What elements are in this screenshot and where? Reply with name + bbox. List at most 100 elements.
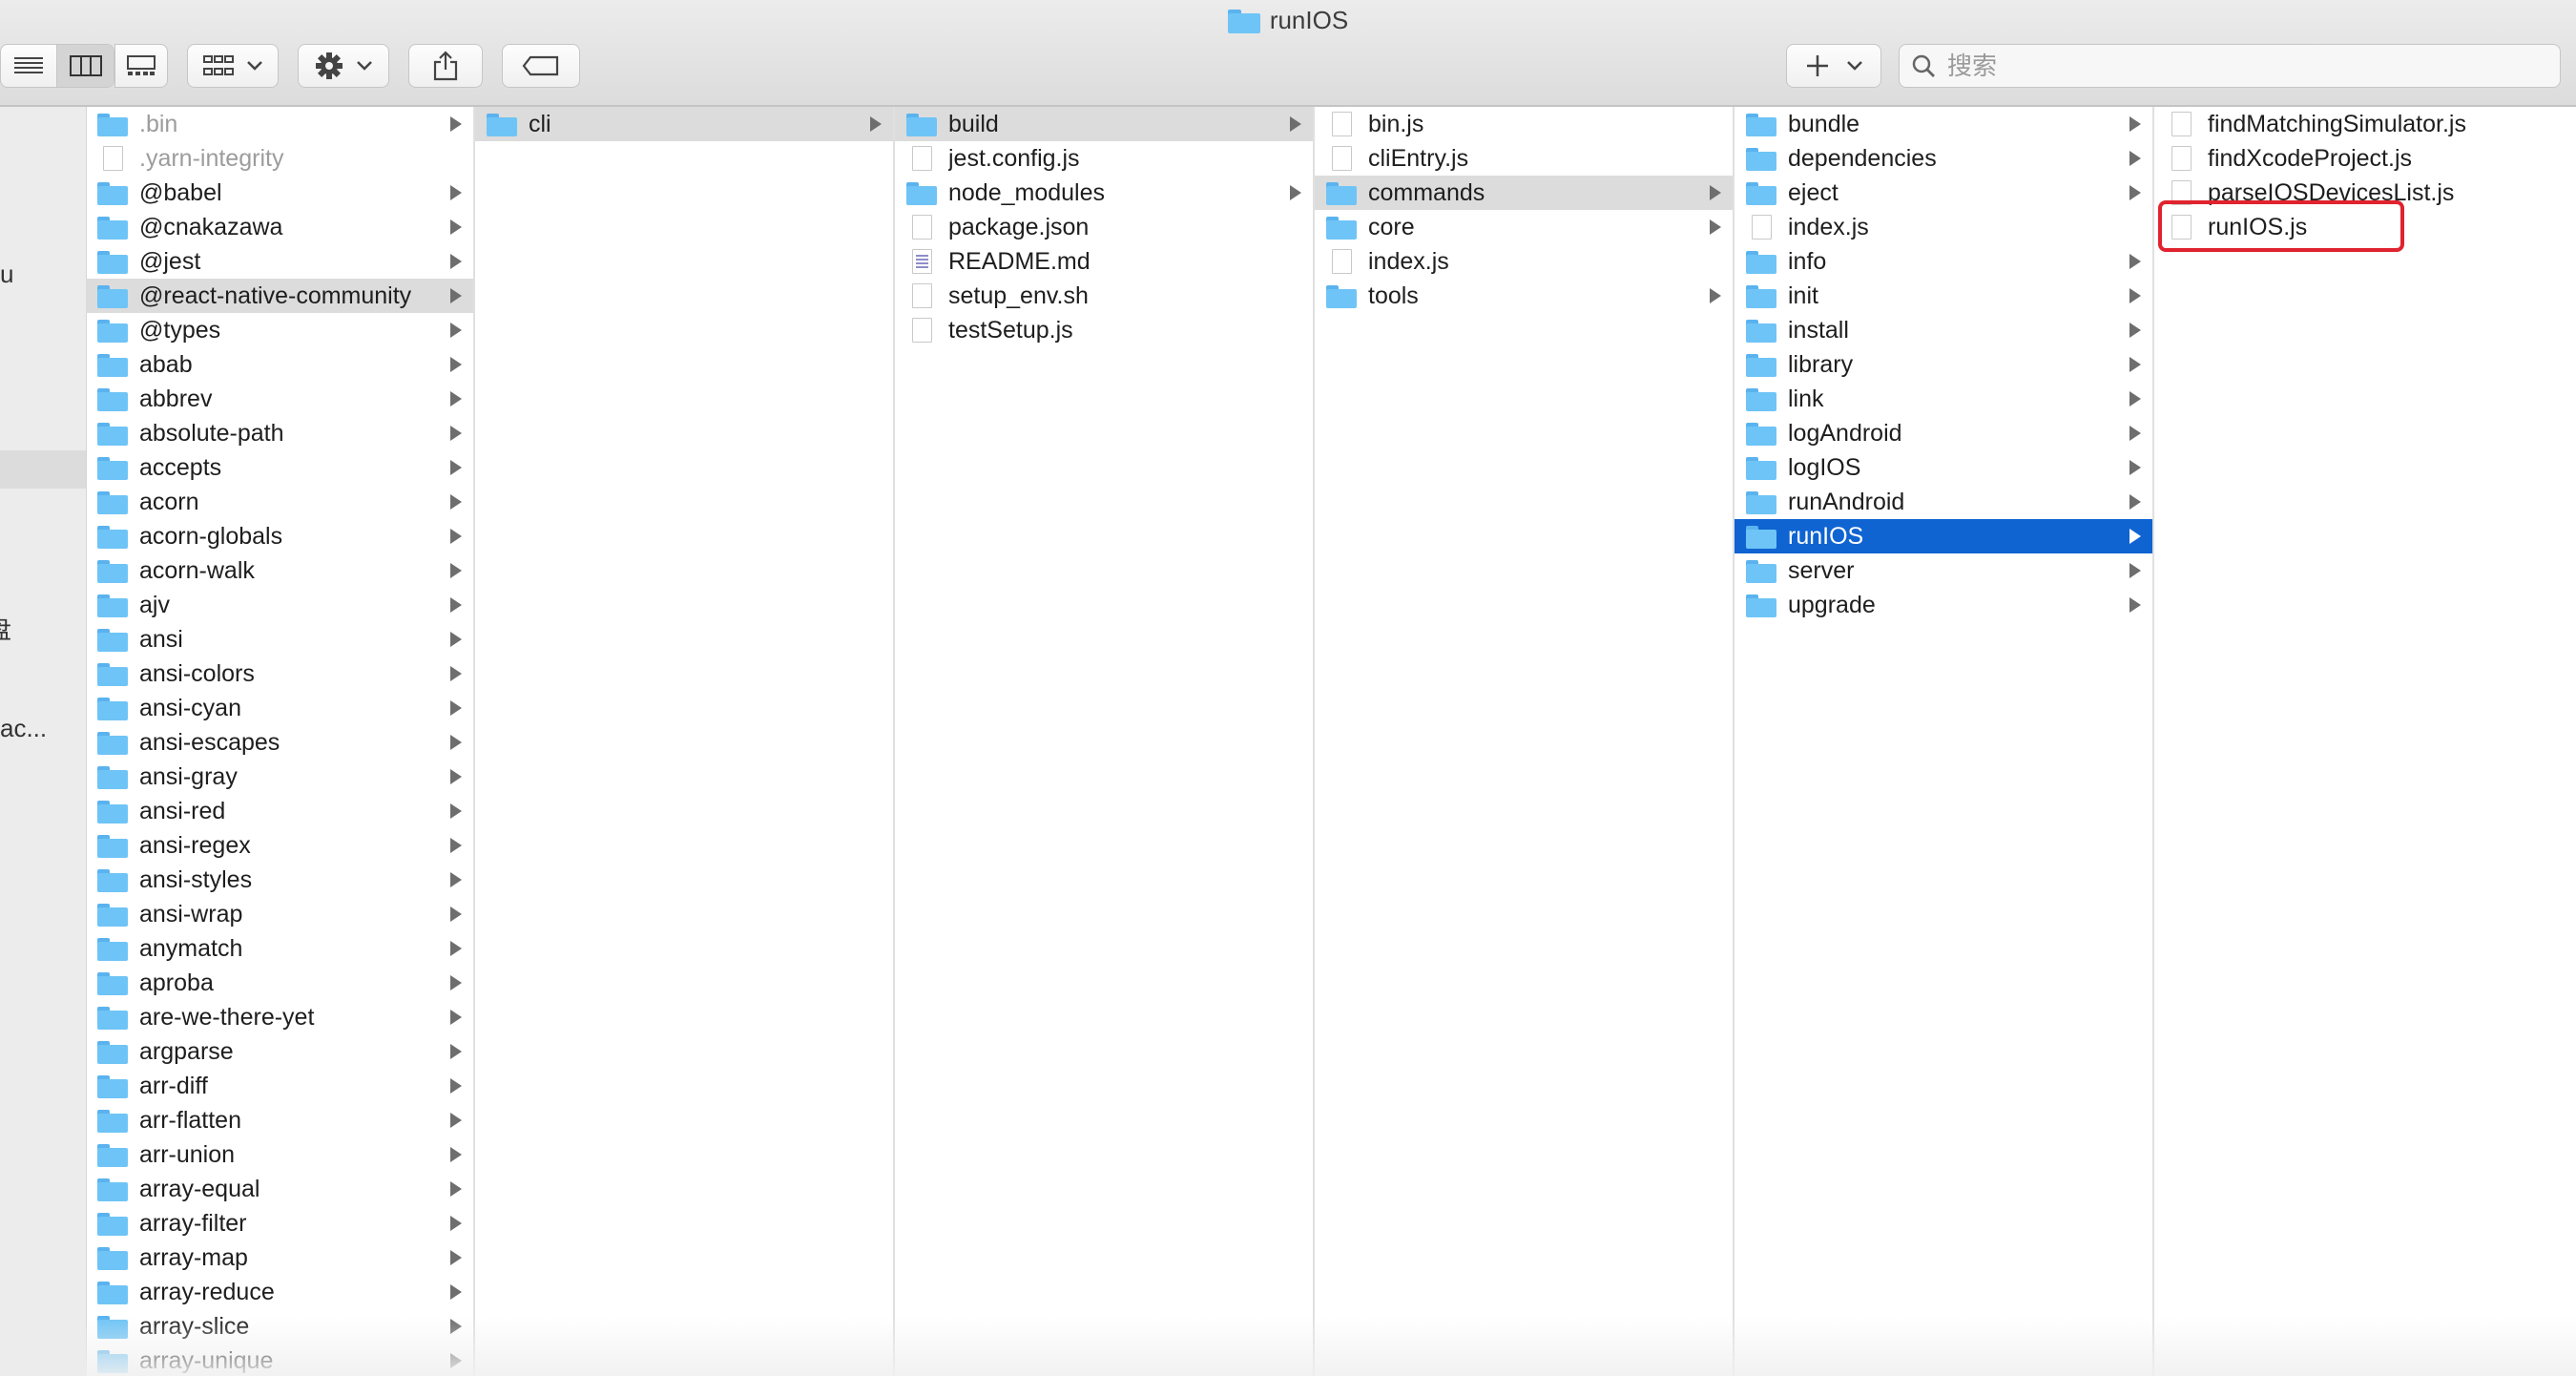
folder-row[interactable]: anymatch [86,931,473,966]
file-row[interactable]: testSetup.js [895,313,1313,347]
browser-column-3[interactable]: build jest.config.js node_modules package.j… [895,107,1315,1376]
folder-row[interactable]: build [895,107,1313,141]
browser-column-4[interactable]: bin.js cliEntry.js commands core index.js too… [1315,107,1735,1376]
sidebar-selected-item[interactable] [0,450,86,489]
disclosure-arrow-icon [450,907,462,922]
folder-icon [906,112,937,136]
column-list: cli [475,107,893,141]
file-row[interactable]: setup_env.sh [895,279,1313,313]
folder-row[interactable]: runIOS [1735,519,2152,553]
folder-row[interactable]: abab [86,347,473,382]
folder-row[interactable]: arr-flatten [86,1103,473,1137]
folder-row[interactable]: info [1735,244,2152,279]
folder-row[interactable]: server [1735,553,2152,588]
gallery-view-button[interactable] [114,44,168,88]
browser-column-6[interactable]: findMatchingSimulator.js findXcodeProject… [2154,107,2576,1376]
folder-row[interactable]: aproba [86,966,473,1000]
folder-row[interactable]: ansi-colors [86,657,473,691]
tag-button[interactable] [502,44,580,88]
folder-row[interactable]: ansi [86,622,473,657]
folder-row[interactable]: @jest [86,244,473,279]
folder-row[interactable]: upgrade [1735,588,2152,622]
folder-row[interactable]: core [1315,210,1733,244]
folder-row[interactable]: @babel [86,176,473,210]
folder-row[interactable]: array-slice [86,1309,473,1344]
file-row[interactable]: bin.js [1315,107,1733,141]
browser-column-2[interactable]: cli [475,107,895,1376]
folder-row[interactable]: install [1735,313,2152,347]
sidebar-item-label[interactable]: u [0,260,13,289]
folder-row[interactable]: cli [475,107,893,141]
file-row[interactable]: index.js [1315,244,1733,279]
folder-row[interactable]: runAndroid [1735,485,2152,519]
file-row[interactable]: package.json [895,210,1313,244]
folder-row[interactable]: array-unique [86,1344,473,1376]
browser-column-1[interactable]: .bin .yarn-integrity @babel @cnakazawa @jest… [86,107,475,1376]
item-name: array-unique [139,1346,274,1374]
folder-row[interactable]: abbrev [86,382,473,416]
folder-row[interactable]: ansi-cyan [86,691,473,725]
folder-row[interactable]: array-filter [86,1206,473,1240]
folder-row[interactable]: @react-native-community [86,279,473,313]
folder-row[interactable]: ansi-wrap [86,897,473,931]
folder-icon [97,661,128,686]
folder-row[interactable]: ansi-escapes [86,725,473,760]
folder-row[interactable]: .bin [86,107,473,141]
item-name: findMatchingSimulator.js [2208,110,2466,137]
add-button[interactable] [1786,44,1881,88]
item-name: eject [1788,178,1839,206]
folder-row[interactable]: bundle [1735,107,2152,141]
sidebar-item-label[interactable]: 盘 [0,611,11,646]
action-button[interactable] [298,44,389,88]
folder-row[interactable]: ansi-styles [86,863,473,897]
browser-column-5[interactable]: bundle dependencies eject index.js info init i… [1735,107,2154,1376]
folder-row[interactable]: logAndroid [1735,416,2152,450]
share-button[interactable] [408,44,483,88]
folder-row[interactable]: array-reduce [86,1275,473,1309]
folder-row[interactable]: argparse [86,1034,473,1069]
folder-icon [97,696,128,720]
list-view-button[interactable] [1,45,58,87]
view-mode-control[interactable] [0,44,114,88]
folder-row[interactable]: arr-diff [86,1069,473,1103]
folder-row[interactable]: ansi-gray [86,760,473,794]
search-input[interactable] [1945,50,2522,82]
folder-row[interactable]: tools [1315,279,1733,313]
file-row[interactable]: cliEntry.js [1315,141,1733,176]
folder-row[interactable]: commands [1315,176,1733,210]
folder-row[interactable]: logIOS [1735,450,2152,485]
disclosure-arrow-icon [450,1113,462,1128]
folder-row[interactable]: link [1735,382,2152,416]
folder-row[interactable]: eject [1735,176,2152,210]
folder-row[interactable]: arr-union [86,1137,473,1172]
folder-row[interactable]: dependencies [1735,141,2152,176]
file-row[interactable]: jest.config.js [895,141,1313,176]
file-row[interactable]: findMatchingSimulator.js [2154,107,2576,141]
folder-row[interactable]: ansi-red [86,794,473,828]
sidebar-item-label[interactable]: ac... [0,714,47,743]
folder-row[interactable]: @types [86,313,473,347]
folder-row[interactable]: library [1735,347,2152,382]
folder-row[interactable]: node_modules [895,176,1313,210]
folder-row[interactable]: are-we-there-yet [86,1000,473,1034]
file-row[interactable]: index.js [1735,210,2152,244]
file-row[interactable]: .yarn-integrity [86,141,473,176]
search-field[interactable] [1899,44,2561,88]
folder-row[interactable]: array-equal [86,1172,473,1206]
file-row[interactable]: findXcodeProject.js [2154,141,2576,176]
folder-row[interactable]: init [1735,279,2152,313]
folder-row[interactable]: ajv [86,588,473,622]
folder-row[interactable]: ansi-regex [86,828,473,863]
folder-icon [1746,318,1776,343]
folder-row[interactable]: acorn-walk [86,553,473,588]
folder-row[interactable]: array-map [86,1240,473,1275]
column-view-button[interactable] [57,45,114,87]
folder-row[interactable]: @cnakazawa [86,210,473,244]
folder-row[interactable]: absolute-path [86,416,473,450]
group-button[interactable] [187,44,279,88]
list-view-icon [14,57,43,73]
folder-row[interactable]: acorn-globals [86,519,473,553]
folder-row[interactable]: accepts [86,450,473,485]
folder-row[interactable]: acorn [86,485,473,519]
file-row[interactable]: README.md [895,244,1313,279]
